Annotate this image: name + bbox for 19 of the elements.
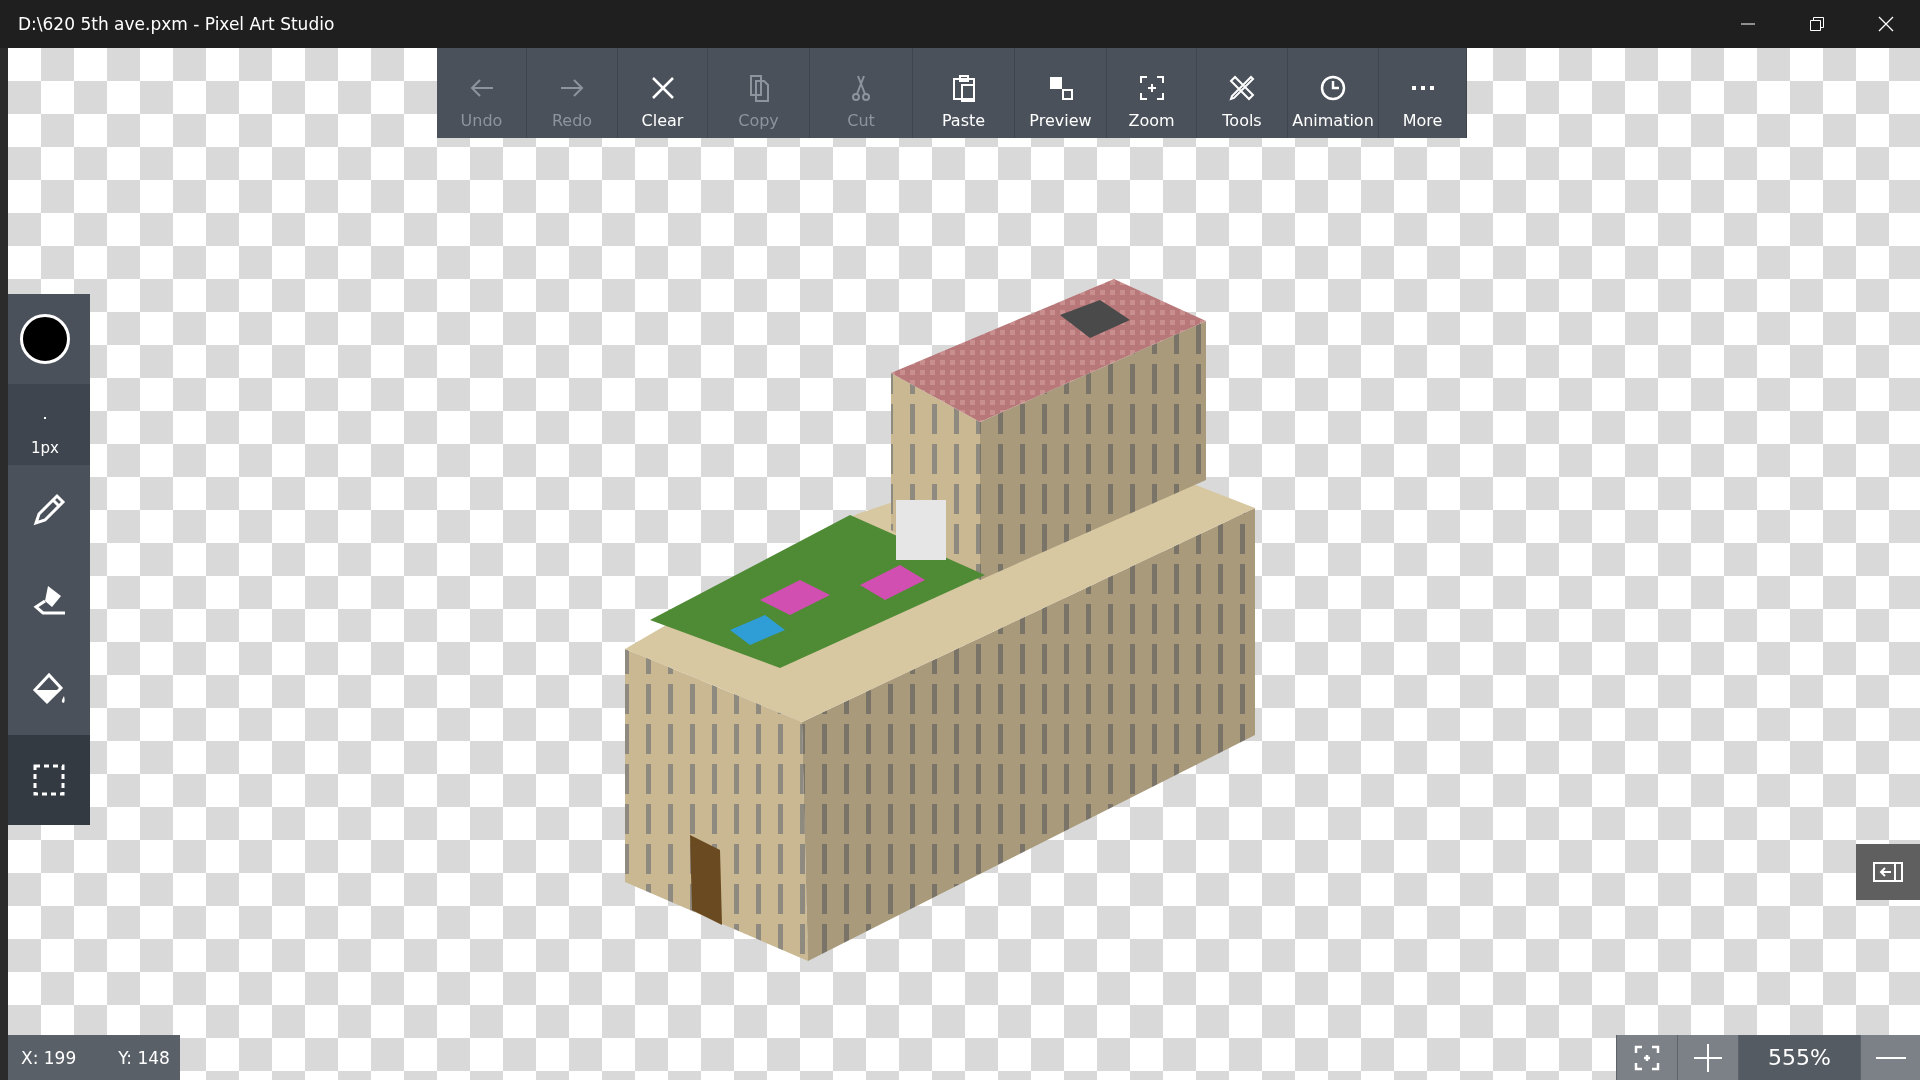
- zoom-level: 555%: [1738, 1035, 1860, 1080]
- brush-size-button[interactable]: 1px: [8, 384, 90, 465]
- window-title: D:\620 5th ave.pxm - Pixel Art Studio: [18, 14, 336, 34]
- tool-button[interactable]: [8, 735, 90, 825]
- restore-icon: [1809, 17, 1824, 31]
- clock-icon: [1318, 73, 1348, 103]
- zoom-in-button[interactable]: [1677, 1035, 1738, 1080]
- color-swatch: [20, 314, 70, 364]
- panel-toggle-button[interactable]: [1856, 844, 1920, 900]
- close-icon: [1877, 16, 1894, 32]
- x-coordinate: X: 199: [21, 1047, 77, 1068]
- fit-button[interactable]: [1616, 1035, 1677, 1080]
- y-coordinate: Y: 148: [118, 1047, 170, 1068]
- plus-icon: [1693, 1042, 1723, 1073]
- focus-icon: [1634, 1044, 1660, 1071]
- minus-icon: [1875, 1055, 1906, 1060]
- more-icon: [1411, 86, 1434, 90]
- zoom-out-button[interactable]: [1860, 1035, 1920, 1080]
- ruler-pencil-icon: [1227, 73, 1257, 103]
